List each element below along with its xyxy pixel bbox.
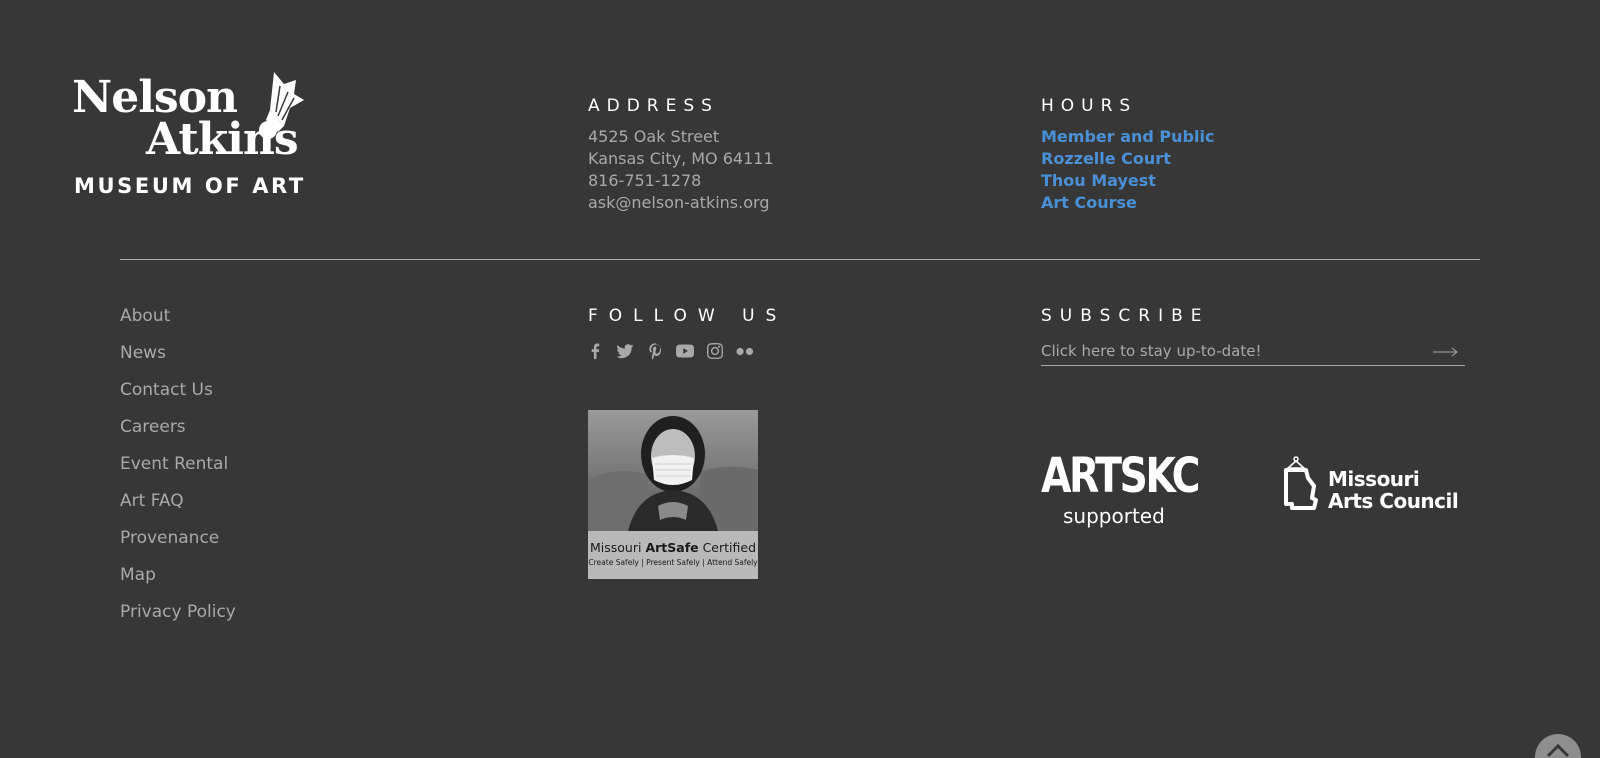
instagram-icon[interactable] <box>706 342 724 360</box>
site-footer: Nelson Atkins MUSEUM OF ART ADDRESS 4525… <box>0 0 1600 758</box>
facebook-icon[interactable] <box>586 342 604 360</box>
hours-heading: HOURS <box>1041 96 1138 116</box>
chevron-up-icon <box>1546 743 1570 758</box>
youtube-icon[interactable] <box>676 342 694 360</box>
nav-link-contact-us[interactable]: Contact Us <box>120 378 236 415</box>
mac-line-1: Missouri <box>1328 467 1420 491</box>
nav-link-art-faq[interactable]: Art FAQ <box>120 489 236 526</box>
footer-divider <box>120 259 1480 260</box>
nav-link-map[interactable]: Map <box>120 563 236 600</box>
hours-list: Member and Public Rozzelle Court Thou Ma… <box>1041 126 1214 214</box>
address-email[interactable]: ask@nelson-atkins.org <box>588 192 774 214</box>
address-street: 4525 Oak Street <box>588 127 720 146</box>
address-block: 4525 Oak Street Kansas City, MO 64111 81… <box>588 126 774 214</box>
address-phone[interactable]: 816-751-1278 <box>588 170 774 192</box>
artskc-supported-logo[interactable]: ARTSKC supported <box>1041 452 1201 532</box>
artsafe-title-pre: Missouri <box>589 540 646 555</box>
pinterest-icon[interactable] <box>646 342 664 360</box>
artskc-supported-text: supported <box>1063 504 1165 528</box>
address-city: Kansas City, MO 64111 <box>588 149 774 168</box>
masked-mona-lisa-image <box>588 410 758 531</box>
logo-line-2: Atkins <box>146 114 299 165</box>
artsafe-title-post: Certified <box>698 540 757 555</box>
arrow-right-icon[interactable] <box>1433 344 1459 358</box>
hours-link-thou-mayest[interactable]: Thou Mayest <box>1041 170 1214 192</box>
nav-link-provenance[interactable]: Provenance <box>120 526 236 563</box>
nav-link-news[interactable]: News <box>120 341 236 378</box>
subscribe-email-input[interactable] <box>1041 340 1401 362</box>
hours-link-rozzelle-court[interactable]: Rozzelle Court <box>1041 148 1214 170</box>
nav-link-about[interactable]: About <box>120 304 236 341</box>
social-links <box>586 342 754 360</box>
subscribe-form <box>1041 340 1465 366</box>
missouri-artsafe-badge[interactable]: Missouri ArtSafe Certified Create Safely… <box>588 410 758 579</box>
missouri-state-icon <box>1284 456 1318 510</box>
twitter-icon[interactable] <box>616 342 634 360</box>
subscribe-heading: SUBSCRIBE <box>1041 306 1210 326</box>
nav-link-privacy-policy[interactable]: Privacy Policy <box>120 600 236 637</box>
nelson-atkins-logo[interactable]: Nelson Atkins MUSEUM OF ART <box>72 70 322 200</box>
artsafe-title-bold: ArtSafe <box>645 540 699 555</box>
missouri-arts-council-logo[interactable]: Missouri Arts Council <box>1282 456 1472 516</box>
address-heading: ADDRESS <box>588 96 719 116</box>
artsafe-caption: Missouri ArtSafe Certified Create Safely… <box>588 531 758 579</box>
footer-nav: About News Contact Us Careers Event Rent… <box>120 304 236 637</box>
back-to-top-button[interactable] <box>1535 734 1581 758</box>
missouri-arts-council-text: Missouri Arts Council <box>1328 467 1459 513</box>
mac-line-2: Arts Council <box>1328 489 1459 513</box>
flickr-icon[interactable] <box>736 342 754 360</box>
logo-line-3: MUSEUM OF ART <box>74 174 306 198</box>
hours-link-member-public[interactable]: Member and Public <box>1041 126 1214 148</box>
artsafe-title: Missouri ArtSafe Certified <box>588 541 758 555</box>
nav-link-careers[interactable]: Careers <box>120 415 236 452</box>
follow-us-heading: FOLLOW US <box>588 306 788 326</box>
artskc-wordmark: ARTSKC <box>1041 448 1201 504</box>
artsafe-tagline: Create Safely | Present Safely | Attend … <box>588 557 758 567</box>
nav-link-event-rental[interactable]: Event Rental <box>120 452 236 489</box>
hours-link-art-course[interactable]: Art Course <box>1041 192 1214 214</box>
